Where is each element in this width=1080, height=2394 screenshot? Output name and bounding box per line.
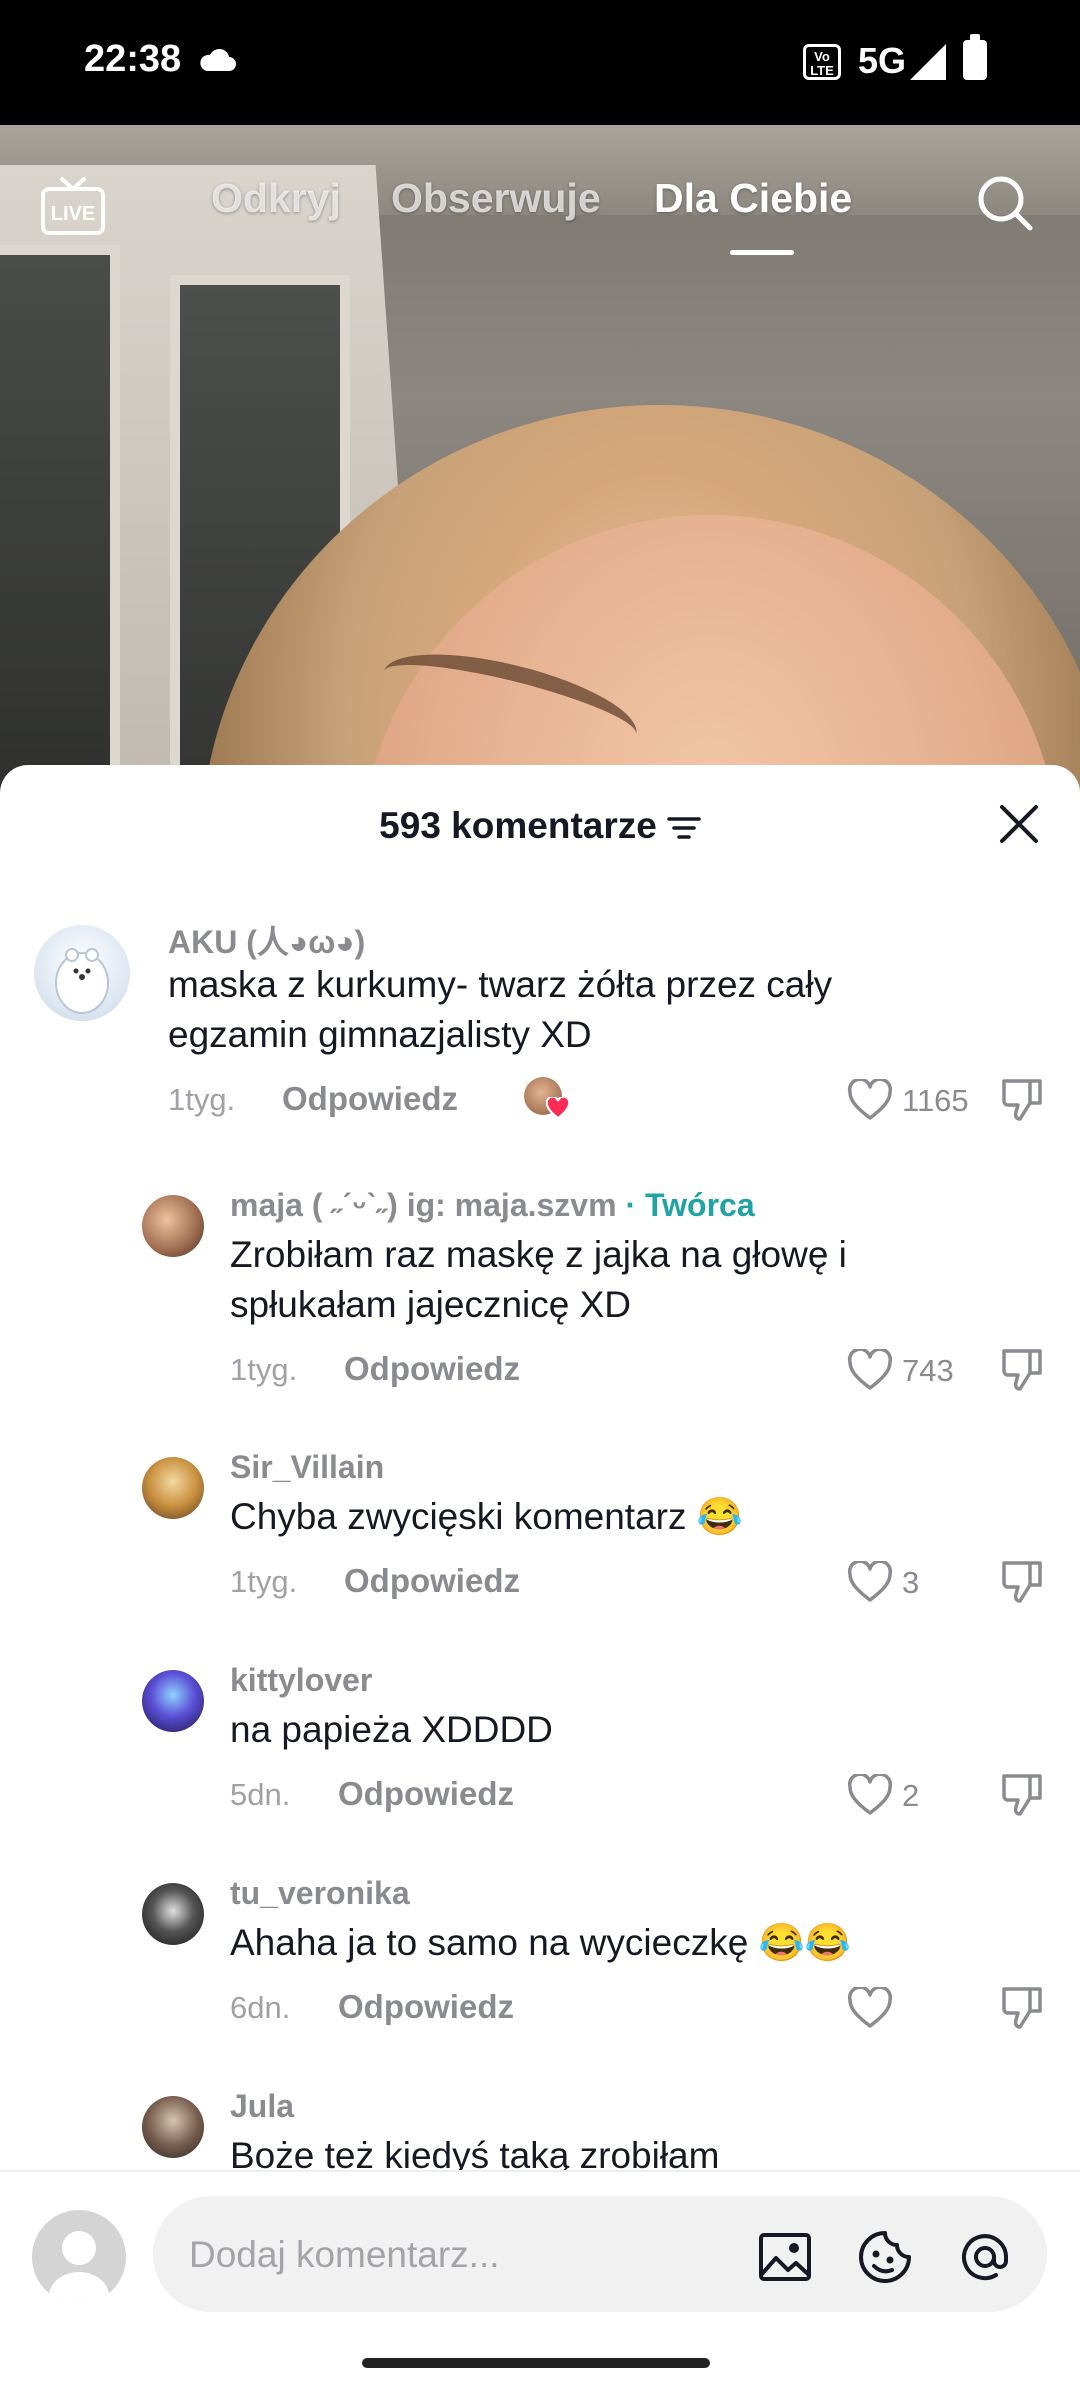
battery-icon [963, 34, 987, 80]
status-time: 22:38 [84, 38, 182, 80]
avatar[interactable] [142, 1457, 204, 1519]
like-count: 2 [902, 1778, 920, 1813]
live-tv-icon: LIVE [41, 177, 105, 235]
avatar[interactable] [142, 1670, 204, 1732]
comment-username[interactable]: kittylover [230, 1662, 372, 1699]
volte-icon: Vo LTE [803, 44, 841, 80]
search-icon [978, 176, 1033, 231]
avatar[interactable] [142, 1195, 204, 1257]
comment-time: 1tyg. [230, 1564, 298, 1599]
comment-username-text[interactable]: maja ( ˶ˊᵕˋ˶) ig: maja.szvm [230, 1187, 617, 1223]
tab-dla-ciebie[interactable]: Dla Ciebie [654, 175, 852, 222]
dislike-icon[interactable] [998, 1770, 1046, 1818]
comment-username[interactable]: Sir_Villain [230, 1449, 384, 1486]
creator-badge: · Twórca [625, 1187, 755, 1223]
status-bar: 22:38 Vo LTE 5G [0, 0, 1080, 125]
mention-icon[interactable] [958, 2230, 1012, 2284]
top-nav: LIVE Odkryj Obserwuje Dla Ciebie [0, 125, 1080, 265]
comment-text: Chyba zwycięski komentarz 😂 [230, 1496, 743, 1537]
my-avatar[interactable] [32, 2210, 126, 2304]
reply-comment-item: kittylover na papieża XDDDD 5dn. Odpowie… [0, 1650, 1080, 1816]
comments-title: 593 komentarze [0, 805, 1080, 847]
search-button[interactable] [975, 173, 1035, 233]
sticker-icon[interactable] [858, 2230, 912, 2284]
reply-comment-item: Sir_Villain Chyba zwycięski komentarz 😂 … [0, 1437, 1080, 1603]
comment-time: 6dn. [230, 1990, 291, 2025]
dislike-icon[interactable] [998, 1345, 1046, 1393]
like-heart-icon[interactable] [847, 1774, 893, 1816]
reply-button[interactable]: Odpowiedz [344, 1562, 520, 1600]
reply-button[interactable]: Odpowiedz [338, 1988, 514, 2026]
tab-odkryj[interactable]: Odkryj [211, 175, 341, 222]
comment-username[interactable]: tu_veronika [230, 1875, 410, 1912]
avatar[interactable] [142, 1883, 204, 1945]
reply-comment-item: maja ( ˶ˊᵕˋ˶) ig: maja.szvm · Twórca Zro… [0, 1175, 1080, 1391]
comment-text: Zrobiłam raz maskę z jajka na głowę i sp… [230, 1234, 847, 1325]
cloud-icon [200, 48, 236, 71]
sort-filter-icon[interactable] [667, 816, 701, 840]
image-icon[interactable] [758, 2230, 812, 2284]
reply-comment-item: tu_veronika Ahaha ja to samo na wycieczk… [0, 1863, 1080, 2029]
comment-input[interactable]: Dodaj komentarz... [153, 2196, 1047, 2312]
network-type: 5G [858, 40, 907, 81]
comment-input-placeholder: Dodaj komentarz... [189, 2234, 500, 2275]
dislike-icon[interactable] [998, 1075, 1046, 1123]
heart-badge-icon [546, 1097, 570, 1119]
dislike-icon[interactable] [998, 1557, 1046, 1605]
comment-time: 5dn. [230, 1777, 291, 1812]
svg-text:LIVE: LIVE [51, 203, 95, 225]
active-tab-indicator [730, 250, 794, 255]
like-count: 743 [902, 1353, 954, 1388]
like-heart-icon[interactable] [847, 1079, 893, 1121]
comment-time: 1tyg. [230, 1352, 298, 1387]
tab-obserwuje[interactable]: Obserwuje [391, 175, 601, 222]
close-icon [1000, 805, 1038, 843]
like-heart-icon[interactable] [847, 1349, 893, 1391]
comment-time: 1tyg. [168, 1082, 236, 1117]
live-button[interactable]: LIVE [40, 175, 106, 237]
reply-comment-item: Jula Boże też kiedyś taką zrobiłam [0, 2076, 1080, 2176]
default-avatar-icon [49, 2231, 109, 2304]
comment-username: maja ( ˶ˊᵕˋ˶) ig: maja.szvm · Twórca [230, 1187, 755, 1224]
comment-username[interactable]: AKU (人◕ω◕) [168, 917, 365, 963]
comment-username[interactable]: Jula [230, 2088, 294, 2125]
comments-sheet: 593 komentarze AKU (人◕ω◕) maska z kurkum… [0, 765, 1080, 2392]
like-count: 3 [902, 1565, 920, 1600]
creator-liked-badge [524, 1077, 570, 1121]
avatar[interactable] [34, 925, 130, 1021]
like-count: 1165 [902, 1083, 969, 1118]
reply-button[interactable]: Odpowiedz [344, 1350, 520, 1388]
video-cabinet-glass [0, 245, 120, 805]
like-heart-icon[interactable] [847, 1561, 893, 1603]
comment-text: Ahaha ja to samo na wycieczkę 😂😂 [230, 1922, 851, 1963]
home-indicator[interactable] [362, 2358, 710, 2368]
comments-header: 593 komentarze [0, 765, 1080, 875]
comment-item: AKU (人◕ω◕) maska z kurkumy- twarz żółta … [0, 905, 1080, 1135]
like-heart-icon[interactable] [847, 1987, 893, 2029]
close-comments-button[interactable] [996, 801, 1042, 847]
reply-button[interactable]: Odpowiedz [338, 1775, 514, 1813]
signal-icon [910, 44, 946, 80]
comment-text: maska z kurkumy- twarz żółta przez cały … [168, 964, 833, 1055]
comment-text: na papieża XDDDD [230, 1709, 553, 1750]
comments-count: 593 komentarze [379, 805, 657, 846]
reply-button[interactable]: Odpowiedz [282, 1080, 458, 1118]
avatar[interactable] [142, 2096, 204, 2158]
polar-bear-avatar-icon [55, 948, 109, 1014]
dislike-icon[interactable] [998, 1983, 1046, 2031]
